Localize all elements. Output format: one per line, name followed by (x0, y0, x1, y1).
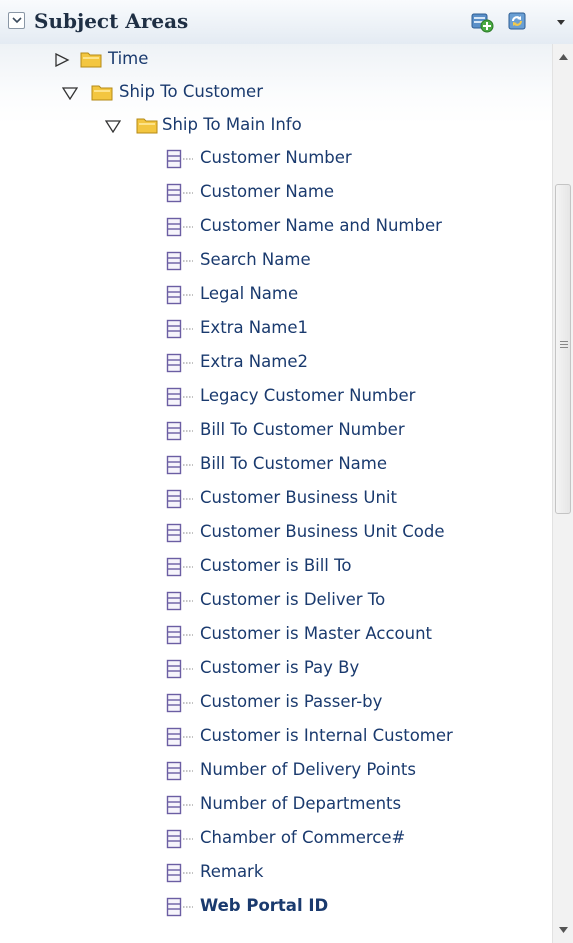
tree-column-item[interactable]: Customer is Bill To (0, 551, 552, 585)
column-label[interactable]: Chamber of Commerce# (200, 828, 405, 847)
column-icon (166, 523, 193, 543)
column-icon (166, 557, 193, 577)
tree-column-item[interactable]: Bill To Customer Name (0, 449, 552, 483)
column-label[interactable]: Customer Name and Number (200, 216, 442, 235)
expand-triangle-icon[interactable] (54, 53, 70, 67)
column-label[interactable]: Customer Business Unit Code (200, 522, 444, 541)
column-icon (166, 659, 193, 679)
folder-label[interactable]: Time (108, 49, 148, 68)
vertical-scrollbar[interactable] (552, 44, 573, 943)
column-icon (166, 489, 193, 509)
tree-column-item[interactable]: Legal Name (0, 279, 552, 313)
tree-column-item[interactable]: Legacy Customer Number (0, 381, 552, 415)
tree-column-item[interactable]: Customer Number (0, 143, 552, 177)
column-icon (166, 795, 193, 815)
tree-column-item[interactable]: Customer is Passer-by (0, 687, 552, 721)
column-icon (166, 727, 193, 747)
scrollbar-thumb[interactable] (555, 184, 571, 514)
column-icon (166, 591, 193, 611)
column-label[interactable]: Customer is Internal Customer (200, 726, 453, 745)
column-label[interactable]: Customer is Master Account (200, 624, 432, 643)
tree-column-item[interactable]: Number of Departments (0, 789, 552, 823)
column-icon (166, 455, 193, 475)
add-subject-area-icon[interactable] (470, 9, 494, 33)
column-icon (166, 421, 193, 441)
tree-folder-ship-to-main-info[interactable]: Ship To Main Info (0, 110, 552, 144)
folder-icon (136, 118, 158, 134)
tree-column-item[interactable]: Customer is Pay By (0, 653, 552, 687)
column-icon (166, 761, 193, 781)
tree-column-item[interactable]: Search Name (0, 245, 552, 279)
column-label[interactable]: Legal Name (200, 284, 298, 303)
column-label[interactable]: Customer is Passer-by (200, 692, 382, 711)
column-label[interactable]: Bill To Customer Name (200, 454, 387, 473)
column-label[interactable]: Customer is Deliver To (200, 590, 385, 609)
column-label[interactable]: Customer is Pay By (200, 658, 359, 677)
folder-label[interactable]: Ship To Customer (119, 82, 263, 101)
collapse-panel-button[interactable] (8, 12, 25, 29)
tree-column-item[interactable]: Customer Name (0, 177, 552, 211)
folder-label[interactable]: Ship To Main Info (162, 115, 302, 134)
subject-area-tree: Time Ship To Customer Ship To Main Info (0, 44, 552, 943)
panel-header: Subject Areas (0, 0, 573, 45)
column-label[interactable]: Extra Name2 (200, 352, 308, 371)
column-label[interactable]: Extra Name1 (200, 318, 308, 337)
folder-icon (80, 52, 102, 68)
column-label[interactable]: Customer Business Unit (200, 488, 397, 507)
column-icon (166, 217, 193, 237)
column-icon (166, 897, 193, 917)
tree-column-item[interactable]: Customer is Internal Customer (0, 721, 552, 755)
tree-column-item[interactable]: Customer Name and Number (0, 211, 552, 245)
tree-column-item[interactable]: Remark (0, 857, 552, 891)
tree-folder-time[interactable]: Time (0, 44, 552, 78)
column-label[interactable]: Bill To Customer Number (200, 420, 405, 439)
column-icon (166, 285, 193, 305)
tree-column-item[interactable]: Customer Business Unit (0, 483, 552, 517)
collapse-triangle-icon[interactable] (62, 86, 78, 100)
column-icon (166, 625, 193, 645)
column-label[interactable]: Search Name (200, 250, 311, 269)
scroll-up-arrow-icon[interactable] (553, 48, 573, 66)
tree-column-item[interactable]: Extra Name1 (0, 313, 552, 347)
column-label[interactable]: Number of Departments (200, 794, 401, 813)
column-icon (166, 693, 193, 713)
tree-column-item[interactable]: Bill To Customer Number (0, 415, 552, 449)
column-icon (166, 183, 193, 203)
column-label[interactable]: Number of Delivery Points (200, 760, 416, 779)
collapse-triangle-icon[interactable] (105, 119, 121, 133)
folder-icon (91, 85, 113, 101)
column-label[interactable]: Customer is Bill To (200, 556, 352, 575)
panel-title: Subject Areas (34, 9, 189, 33)
column-label[interactable]: Web Portal ID (200, 896, 328, 915)
tree-column-item[interactable]: Customer is Deliver To (0, 585, 552, 619)
tree-column-item[interactable]: Customer Business Unit Code (0, 517, 552, 551)
column-icon (166, 149, 193, 169)
column-icon (166, 387, 193, 407)
tree-column-item[interactable]: Chamber of Commerce# (0, 823, 552, 857)
column-label[interactable]: Legacy Customer Number (200, 386, 415, 405)
column-icon (166, 353, 193, 373)
scroll-grip-icon (560, 341, 568, 348)
column-icon (166, 319, 193, 339)
column-icon (166, 829, 193, 849)
column-label[interactable]: Customer Number (200, 148, 352, 167)
column-icon (166, 251, 193, 271)
subject-areas-panel: Subject Areas Time Ship To Customer Ship… (0, 0, 573, 943)
tree-column-item-selected[interactable]: Web Portal ID (0, 891, 552, 925)
tree-column-item[interactable]: Extra Name2 (0, 347, 552, 381)
chevron-down-icon (12, 17, 22, 24)
scroll-down-arrow-icon[interactable] (553, 921, 573, 939)
tree-folder-ship-to-customer[interactable]: Ship To Customer (0, 77, 552, 111)
tree-column-item[interactable]: Number of Delivery Points (0, 755, 552, 789)
column-label[interactable]: Remark (200, 862, 263, 881)
column-icon (166, 863, 193, 883)
tree-column-item[interactable]: Customer is Master Account (0, 619, 552, 653)
panel-menu-chevron-icon[interactable] (554, 14, 568, 28)
column-label[interactable]: Customer Name (200, 182, 334, 201)
refresh-icon[interactable] (505, 9, 529, 33)
